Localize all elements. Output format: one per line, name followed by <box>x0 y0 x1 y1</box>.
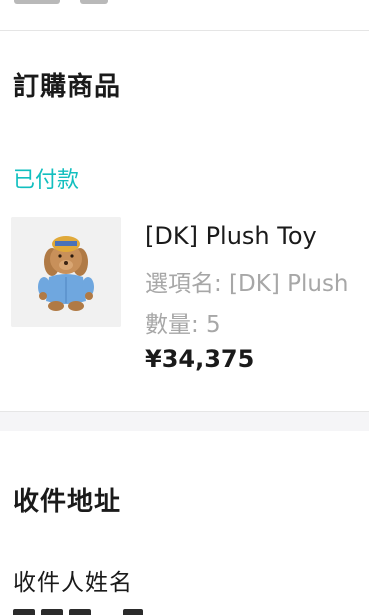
truncated-text-fragment <box>14 0 60 4</box>
plush-toy-image <box>11 217 121 327</box>
product-thumbnail[interactable] <box>11 217 121 327</box>
order-detail-page: 訂購商品 已付款 [DK] Plush Toy 選項名: [DK] Plush … <box>0 0 369 615</box>
truncated-text-fragment <box>123 609 143 615</box>
truncated-text-fragment <box>69 609 91 615</box>
top-truncated-header <box>0 0 369 31</box>
product-price: ¥34,375 <box>145 345 255 373</box>
order-items-title: 訂購商品 <box>13 72 122 102</box>
recipient-name-label: 收件人姓名 <box>13 570 133 596</box>
truncated-text-fragment <box>80 0 108 4</box>
section-divider <box>0 411 369 431</box>
product-option: 選項名: [DK] Plush <box>145 271 349 297</box>
payment-status-label: 已付款 <box>13 168 80 193</box>
shipping-address-title: 收件地址 <box>13 487 122 517</box>
truncated-text-fragment <box>13 609 35 615</box>
product-quantity: 數量: 5 <box>145 312 221 338</box>
bottom-truncated-row <box>13 605 213 615</box>
truncated-text-fragment <box>41 609 63 615</box>
product-name[interactable]: [DK] Plush Toy <box>145 222 317 250</box>
